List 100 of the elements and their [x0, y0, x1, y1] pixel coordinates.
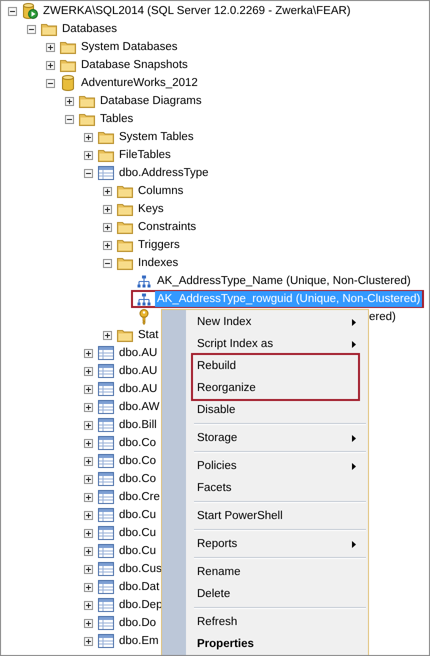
- hierarchy-icon: [137, 274, 151, 288]
- expand-icon[interactable]: [64, 96, 74, 106]
- tree-item[interactable]: dbo.AU: [117, 363, 160, 379]
- expand-icon[interactable]: [84, 420, 92, 430]
- collapse-icon[interactable]: [64, 114, 74, 124]
- tree-item[interactable]: Databases: [60, 21, 119, 37]
- expand-icon[interactable]: [84, 402, 92, 412]
- table-icon: [98, 382, 114, 396]
- menu-item[interactable]: Rebuild: [193, 355, 358, 377]
- tree-item[interactable]: Keys: [136, 201, 166, 217]
- expand-icon[interactable]: [46, 60, 54, 70]
- tree-item[interactable]: dbo.Cre: [117, 489, 162, 505]
- folder-icon: [117, 328, 133, 342]
- expand-icon[interactable]: [102, 204, 112, 214]
- menu-item[interactable]: Disable: [186, 399, 368, 421]
- expand-icon[interactable]: [84, 510, 92, 520]
- tree-item[interactable]: System Tables: [117, 129, 196, 145]
- expand-icon[interactable]: [84, 636, 92, 646]
- tree-item[interactable]: Indexes: [136, 255, 180, 271]
- tree-item[interactable]: System Databases: [79, 39, 180, 55]
- tree-item[interactable]: dbo.Cu: [117, 543, 158, 559]
- expand-icon[interactable]: [84, 384, 92, 394]
- tree-item[interactable]: ZWERKA\SQL2014 (SQL Server 12.0.2269 - Zwerka\FEAR): [41, 3, 353, 19]
- menu-item[interactable]: Delete: [186, 583, 368, 605]
- table-icon: [98, 166, 114, 180]
- menu-item[interactable]: Refresh: [186, 611, 368, 633]
- folder-icon: [79, 112, 95, 126]
- menu-item[interactable]: Storage: [186, 427, 368, 449]
- menu-item[interactable]: Rename: [186, 561, 368, 583]
- expand-icon[interactable]: [84, 438, 92, 448]
- folder-icon: [117, 238, 133, 252]
- folder-icon: [117, 202, 133, 216]
- expand-icon[interactable]: [84, 366, 92, 376]
- expand-icon[interactable]: [46, 42, 54, 52]
- folder-icon: [79, 94, 95, 108]
- expand-icon[interactable]: [84, 600, 92, 610]
- menu-item[interactable]: Reports: [186, 533, 368, 555]
- table-icon: [98, 454, 114, 468]
- tree-item[interactable]: Triggers: [136, 237, 182, 253]
- expand-icon[interactable]: [84, 474, 92, 484]
- collapse-icon[interactable]: [84, 168, 92, 178]
- folder-icon: [117, 220, 133, 234]
- expand-icon[interactable]: [84, 348, 92, 358]
- tree-item[interactable]: dbo.Co: [117, 471, 158, 487]
- table-icon: [98, 418, 114, 432]
- menu-item[interactable]: Properties: [186, 633, 368, 655]
- collapse-icon[interactable]: [26, 24, 36, 34]
- expand-icon[interactable]: [102, 330, 112, 340]
- tree-item[interactable]: AK_AddressType_Name (Unique, Non-Clustered): [155, 273, 413, 289]
- expand-icon[interactable]: [84, 456, 92, 466]
- tree-item[interactable]: Stat: [136, 327, 160, 343]
- tree-item[interactable]: Columns: [136, 183, 186, 199]
- tree-item[interactable]: dbo.Dep: [117, 597, 164, 613]
- tree-item[interactable]: dbo.Bill: [117, 417, 159, 433]
- table-icon: [98, 634, 114, 648]
- tree-item[interactable]: Database Snapshots: [79, 57, 190, 73]
- tree-item[interactable]: dbo.AW: [117, 399, 162, 415]
- expand-icon[interactable]: [102, 222, 112, 232]
- collapse-icon[interactable]: [8, 6, 16, 16]
- tree-item[interactable]: dbo.AU: [117, 381, 160, 397]
- table-icon: [98, 562, 114, 576]
- expand-icon[interactable]: [84, 618, 92, 628]
- menu-item[interactable]: Facets: [186, 477, 368, 499]
- collapse-icon[interactable]: [46, 78, 54, 88]
- expand-icon[interactable]: [84, 492, 92, 502]
- tree-item[interactable]: Database Diagrams: [98, 93, 204, 109]
- expand-icon[interactable]: [84, 582, 92, 592]
- tree-item[interactable]: dbo.Cu: [117, 507, 158, 523]
- tree-item[interactable]: dbo.AddressType: [117, 165, 211, 181]
- expand-icon[interactable]: [84, 546, 92, 556]
- expand-icon[interactable]: [84, 150, 92, 160]
- tree-item[interactable]: FileTables: [117, 147, 173, 163]
- tree-item[interactable]: dbo.AU: [117, 345, 160, 361]
- tree-item[interactable]: dbo.Co: [117, 435, 158, 451]
- expand-icon[interactable]: [84, 564, 92, 574]
- tree-item[interactable]: ered): [369, 310, 396, 324]
- tree-item[interactable]: dbo.Do: [117, 615, 158, 631]
- folder-icon: [60, 40, 76, 54]
- menu-item[interactable]: Reorganize: [193, 377, 358, 399]
- tree-item[interactable]: AdventureWorks_2012: [79, 75, 200, 91]
- expand-icon[interactable]: [84, 528, 92, 538]
- folder-icon: [117, 256, 133, 270]
- expand-icon[interactable]: [102, 186, 112, 196]
- tree-item[interactable]: dbo.Dat: [117, 579, 162, 595]
- tree-item[interactable]: dbo.Em: [117, 633, 161, 649]
- table-icon: [98, 490, 114, 504]
- menu-item[interactable]: Script Index as: [186, 333, 368, 355]
- menu-item[interactable]: New Index: [186, 311, 368, 333]
- expand-icon[interactable]: [84, 132, 92, 142]
- collapse-icon[interactable]: [102, 258, 112, 268]
- tree-item[interactable]: Constraints: [136, 219, 198, 235]
- database-icon: [62, 75, 74, 91]
- tree-item[interactable]: dbo.Cu: [117, 525, 158, 541]
- menu-item[interactable]: Policies: [186, 455, 368, 477]
- tree-item[interactable]: Tables: [98, 111, 136, 127]
- table-icon: [98, 364, 114, 378]
- tree-item[interactable]: dbo.Cus: [117, 561, 164, 577]
- tree-item[interactable]: dbo.Co: [117, 453, 158, 469]
- menu-item[interactable]: Start PowerShell: [186, 505, 368, 527]
- expand-icon[interactable]: [102, 240, 112, 250]
